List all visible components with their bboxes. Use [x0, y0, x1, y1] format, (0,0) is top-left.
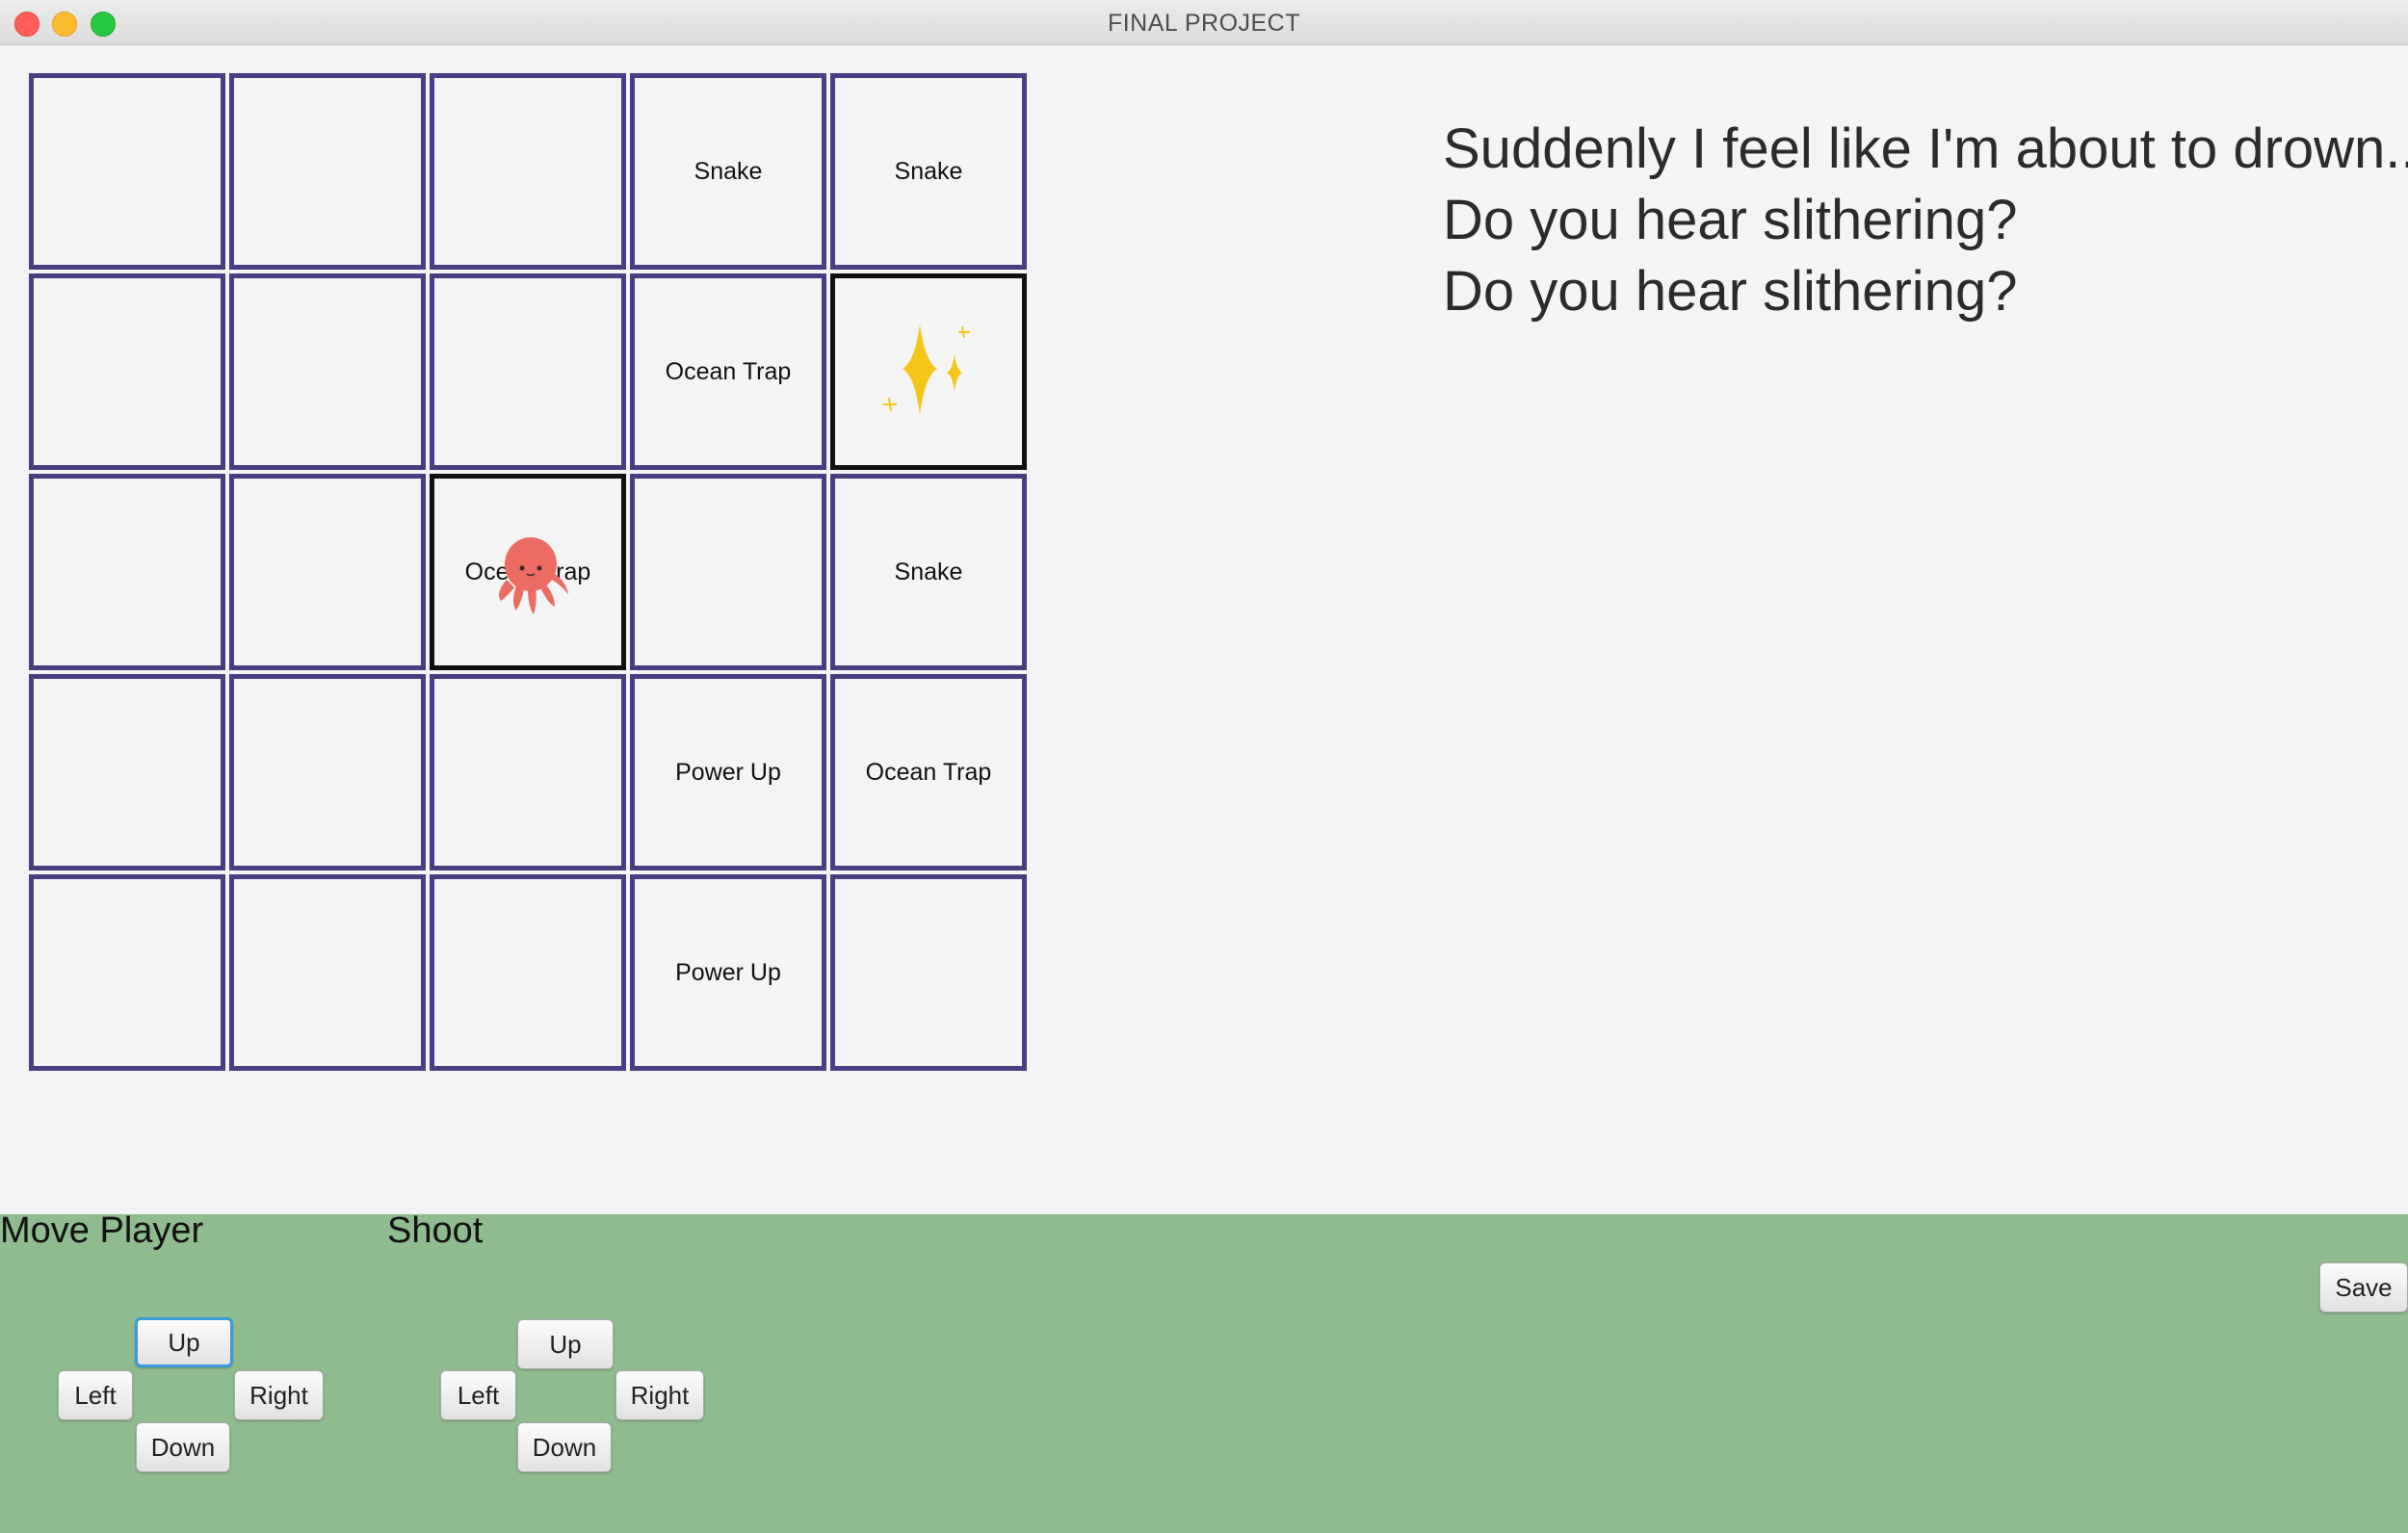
- grid-cell: [229, 474, 426, 670]
- save-button[interactable]: Save: [2319, 1262, 2408, 1312]
- grid-cell: [29, 674, 225, 870]
- grid-cell: [830, 874, 1027, 1071]
- move-down-button[interactable]: Down: [136, 1422, 230, 1472]
- move-up-button[interactable]: Up: [135, 1317, 233, 1367]
- shoot-down-button[interactable]: Down: [517, 1422, 612, 1472]
- control-panel: Move Player Shoot Up Left Right Down Up …: [0, 1210, 2408, 1533]
- grid-cell: Power Up: [630, 674, 826, 870]
- grid-cell: [430, 674, 626, 870]
- cell-label: Power Up: [675, 758, 781, 786]
- grid-cell: [430, 874, 626, 1071]
- cell-label: Snake: [894, 558, 963, 585]
- octopus-icon: [487, 532, 574, 623]
- grid-cell: [229, 273, 426, 470]
- grid-cell: Snake: [830, 474, 1027, 670]
- grid-cell: Ocean Trap: [830, 674, 1027, 870]
- move-player-title: Move Player: [0, 1210, 204, 1251]
- grid-cell: [430, 273, 626, 470]
- grid-cell: [630, 474, 826, 670]
- grid-cell: [29, 474, 225, 670]
- grid-cell: [229, 674, 426, 870]
- grid-cell: Ocean Trap: [430, 474, 626, 670]
- window-title: FINAL PROJECT: [1107, 10, 1301, 37]
- message-log: Suddenly I feel like I'm about to drown.…: [1443, 114, 2408, 327]
- message-line: Suddenly I feel like I'm about to drown.…: [1443, 117, 2408, 180]
- grid-cell: Snake: [830, 73, 1027, 270]
- cell-label: Ocean Trap: [865, 758, 992, 786]
- move-right-button[interactable]: Right: [234, 1370, 324, 1420]
- grid-cell: [830, 273, 1027, 470]
- message-line: Do you hear slithering?: [1443, 189, 2018, 251]
- shoot-title: Shoot: [387, 1210, 484, 1251]
- message-line: Do you hear slithering?: [1443, 260, 2018, 323]
- grid-cell: [229, 874, 426, 1071]
- grid-cell: Power Up: [630, 874, 826, 1071]
- cell-label: Ocean Trap: [665, 357, 792, 385]
- cell-label: Snake: [894, 157, 963, 185]
- grid-cell: Ocean Trap: [630, 273, 826, 470]
- shoot-left-button[interactable]: Left: [440, 1370, 516, 1420]
- grid-cell: [29, 73, 225, 270]
- move-left-button[interactable]: Left: [58, 1370, 133, 1420]
- grid-cell: [29, 874, 225, 1071]
- grid-cell: [229, 73, 426, 270]
- grid-cell: [29, 273, 225, 470]
- grid-cell: [430, 73, 626, 270]
- cell-label: Snake: [694, 157, 763, 185]
- shoot-right-button[interactable]: Right: [615, 1370, 704, 1420]
- title-bar: FINAL PROJECT: [0, 0, 2408, 45]
- shoot-up-button[interactable]: Up: [517, 1319, 614, 1369]
- grid-cell: Snake: [630, 73, 826, 270]
- sparkle-icon: [874, 315, 989, 435]
- cell-label: Power Up: [675, 958, 781, 986]
